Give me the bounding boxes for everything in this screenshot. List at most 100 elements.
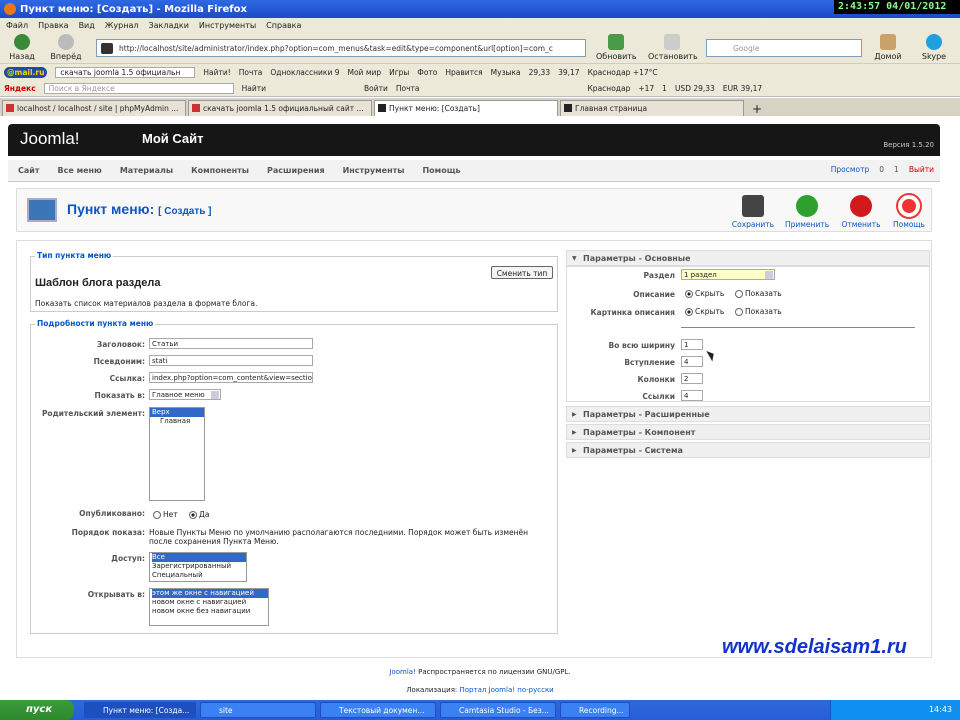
skype-button[interactable]: Skype [914, 34, 954, 61]
mailru-search-input[interactable]: скачать joomla 1.5 официальн [55, 66, 196, 78]
new-tab-button[interactable]: + [746, 102, 768, 116]
open-option-new-nonav[interactable]: новом окне без навигации [152, 607, 268, 616]
description-image-hide-radio[interactable]: Скрыть [685, 307, 724, 316]
admin-menu-menus[interactable]: Все меню [58, 166, 102, 175]
parent-listbox[interactable]: Верх Главная [149, 407, 205, 501]
task-camtasia[interactable]: Camtasia Studio - Без... [440, 702, 556, 718]
tab-download-joomla[interactable]: скачать joomla 1.5 официальный сайт ... [188, 100, 372, 116]
mailru-find-button[interactable]: Найти! [203, 68, 230, 77]
tab-phpmyadmin[interactable]: localhost / localhost / site | phpMyAdmi… [2, 100, 186, 116]
stop-button[interactable]: Остановить [648, 34, 698, 61]
users-count[interactable]: 1 [894, 165, 899, 174]
access-option-special[interactable]: Специальный [152, 571, 246, 580]
url-bar[interactable]: http://localhost/site/administrator/inde… [96, 39, 586, 57]
reload-button[interactable]: Обновить [596, 34, 637, 61]
parent-option-home[interactable]: Главная [150, 417, 204, 426]
joomla-ru-link[interactable]: Портал Joomla! по-русски [460, 686, 554, 694]
help-button[interactable]: Помощь [887, 195, 931, 229]
back-button[interactable]: Назад [2, 34, 42, 61]
published-no-radio[interactable]: Нет [153, 510, 178, 519]
task-site-folder[interactable]: site [200, 702, 316, 718]
menu-history[interactable]: Журнал [105, 21, 139, 30]
menu-tools[interactable]: Инструменты [199, 21, 256, 30]
params-advanced-header[interactable]: Параметры - Расширенные [566, 406, 930, 422]
cancel-button[interactable]: Отменить [839, 195, 883, 229]
open-option-new-nav[interactable]: новом окне с навигацией [152, 598, 268, 607]
menu-help[interactable]: Справка [266, 21, 301, 30]
section-select[interactable]: 1 раздел [681, 269, 775, 280]
menu-view[interactable]: Вид [79, 21, 95, 30]
menu-file[interactable]: Файл [6, 21, 28, 30]
intro-input[interactable]: 4 [681, 356, 703, 367]
task-recording[interactable]: Recording... [560, 702, 630, 718]
mailru-weather[interactable]: Краснодар +17°C [588, 68, 658, 77]
link-input[interactable]: index.php?option=com_content&view=sectio… [149, 372, 313, 383]
start-button[interactable]: пуск [0, 700, 74, 720]
links-input[interactable]: 4 [681, 390, 703, 401]
admin-menu-extensions[interactable]: Расширения [267, 166, 325, 175]
admin-menu-components[interactable]: Компоненты [191, 166, 249, 175]
admin-menu-tools[interactable]: Инструменты [343, 166, 405, 175]
menu-bookmarks[interactable]: Закладки [148, 21, 188, 30]
yandex-mail[interactable]: Почта [396, 84, 420, 93]
forward-button[interactable]: Вперёд [46, 34, 86, 61]
yandex-usd[interactable]: USD 29,33 [675, 84, 715, 93]
params-basic-header[interactable]: Параметры - Основные [566, 250, 930, 266]
params-component-header[interactable]: Параметры - Компонент [566, 424, 930, 440]
alias-input[interactable]: stati [149, 355, 313, 366]
admin-menu-help[interactable]: Помощь [422, 166, 460, 175]
mailru-link-mail[interactable]: Почта [239, 68, 263, 77]
mailru-link-music[interactable]: Музыка [491, 68, 521, 77]
menu-edit[interactable]: Правка [38, 21, 68, 30]
access-option-registered[interactable]: Зарегистрированный [152, 562, 246, 571]
description-image-show-radio[interactable]: Показать [735, 307, 782, 316]
yandex-find-button[interactable]: Найти [242, 84, 266, 93]
joomla-link[interactable]: Joomla! [389, 668, 416, 676]
yandex-eur[interactable]: EUR 39,17 [723, 84, 762, 93]
mailru-eur[interactable]: 39,17 [558, 68, 579, 77]
home-label: Домой [874, 52, 902, 61]
mailru-logo[interactable]: @mail.ru [4, 66, 48, 78]
parent-option-top[interactable]: Верх [150, 408, 204, 417]
mailru-link-games[interactable]: Игры [389, 68, 409, 77]
mailru-link-like[interactable]: Нравится [445, 68, 482, 77]
mailru-link-mymir[interactable]: Мой мир [348, 68, 382, 77]
description-hide-radio[interactable]: Скрыть [685, 289, 724, 298]
save-button[interactable]: Сохранить [731, 195, 775, 229]
yandex-temp[interactable]: +17 [638, 84, 654, 93]
mailru-usd[interactable]: 29,33 [529, 68, 550, 77]
yandex-search-input[interactable]: Поиск в Яндексе [43, 82, 234, 94]
task-firefox[interactable]: Пункт меню: [Созда... [84, 702, 196, 718]
open-in-listbox[interactable]: этом же окне с навигацией новом окне с н… [149, 588, 269, 626]
params-system-header[interactable]: Параметры - Система [566, 442, 930, 458]
tab-favicon-icon [378, 104, 386, 112]
admin-menu-site[interactable]: Сайт [18, 166, 40, 175]
messages-count[interactable]: 0 [879, 165, 884, 174]
fullwidth-input[interactable]: 1 [681, 339, 703, 350]
yandex-count[interactable]: 1 [662, 84, 667, 93]
tab-menu-item-create[interactable]: Пункт меню: [Создать] [374, 100, 558, 116]
published-yes-radio[interactable]: Да [189, 510, 209, 519]
preview-link[interactable]: Просмотр [831, 165, 870, 174]
title-input[interactable]: Статьи [149, 338, 313, 349]
reload-label: Обновить [596, 52, 637, 61]
apply-button[interactable]: Применить [785, 195, 829, 229]
access-listbox[interactable]: Все Зарегистрированный Специальный [149, 552, 247, 582]
mailru-link-ok[interactable]: Одноклассники 9 [270, 68, 339, 77]
search-input[interactable]: Google [706, 39, 862, 57]
description-show-radio[interactable]: Показать [735, 289, 782, 298]
logout-link[interactable]: Выйти [909, 165, 934, 174]
columns-input[interactable]: 2 [681, 373, 703, 384]
open-option-same[interactable]: этом же окне с навигацией [152, 589, 268, 598]
access-option-all[interactable]: Все [152, 553, 246, 562]
admin-menu-content[interactable]: Материалы [120, 166, 173, 175]
tab-home-page[interactable]: Главная страница [560, 100, 744, 116]
menu-select[interactable]: Главное меню [149, 389, 221, 400]
home-button[interactable]: Домой [868, 34, 908, 61]
change-type-button[interactable]: Сменить тип [491, 266, 553, 279]
yandex-city[interactable]: Краснодар [587, 84, 630, 93]
mailru-link-photo[interactable]: Фото [417, 68, 437, 77]
task-text-doc[interactable]: Текстовый докумен... [320, 702, 436, 718]
yandex-login[interactable]: Войти [364, 84, 388, 93]
yandex-logo[interactable]: Яндекс [4, 84, 36, 93]
